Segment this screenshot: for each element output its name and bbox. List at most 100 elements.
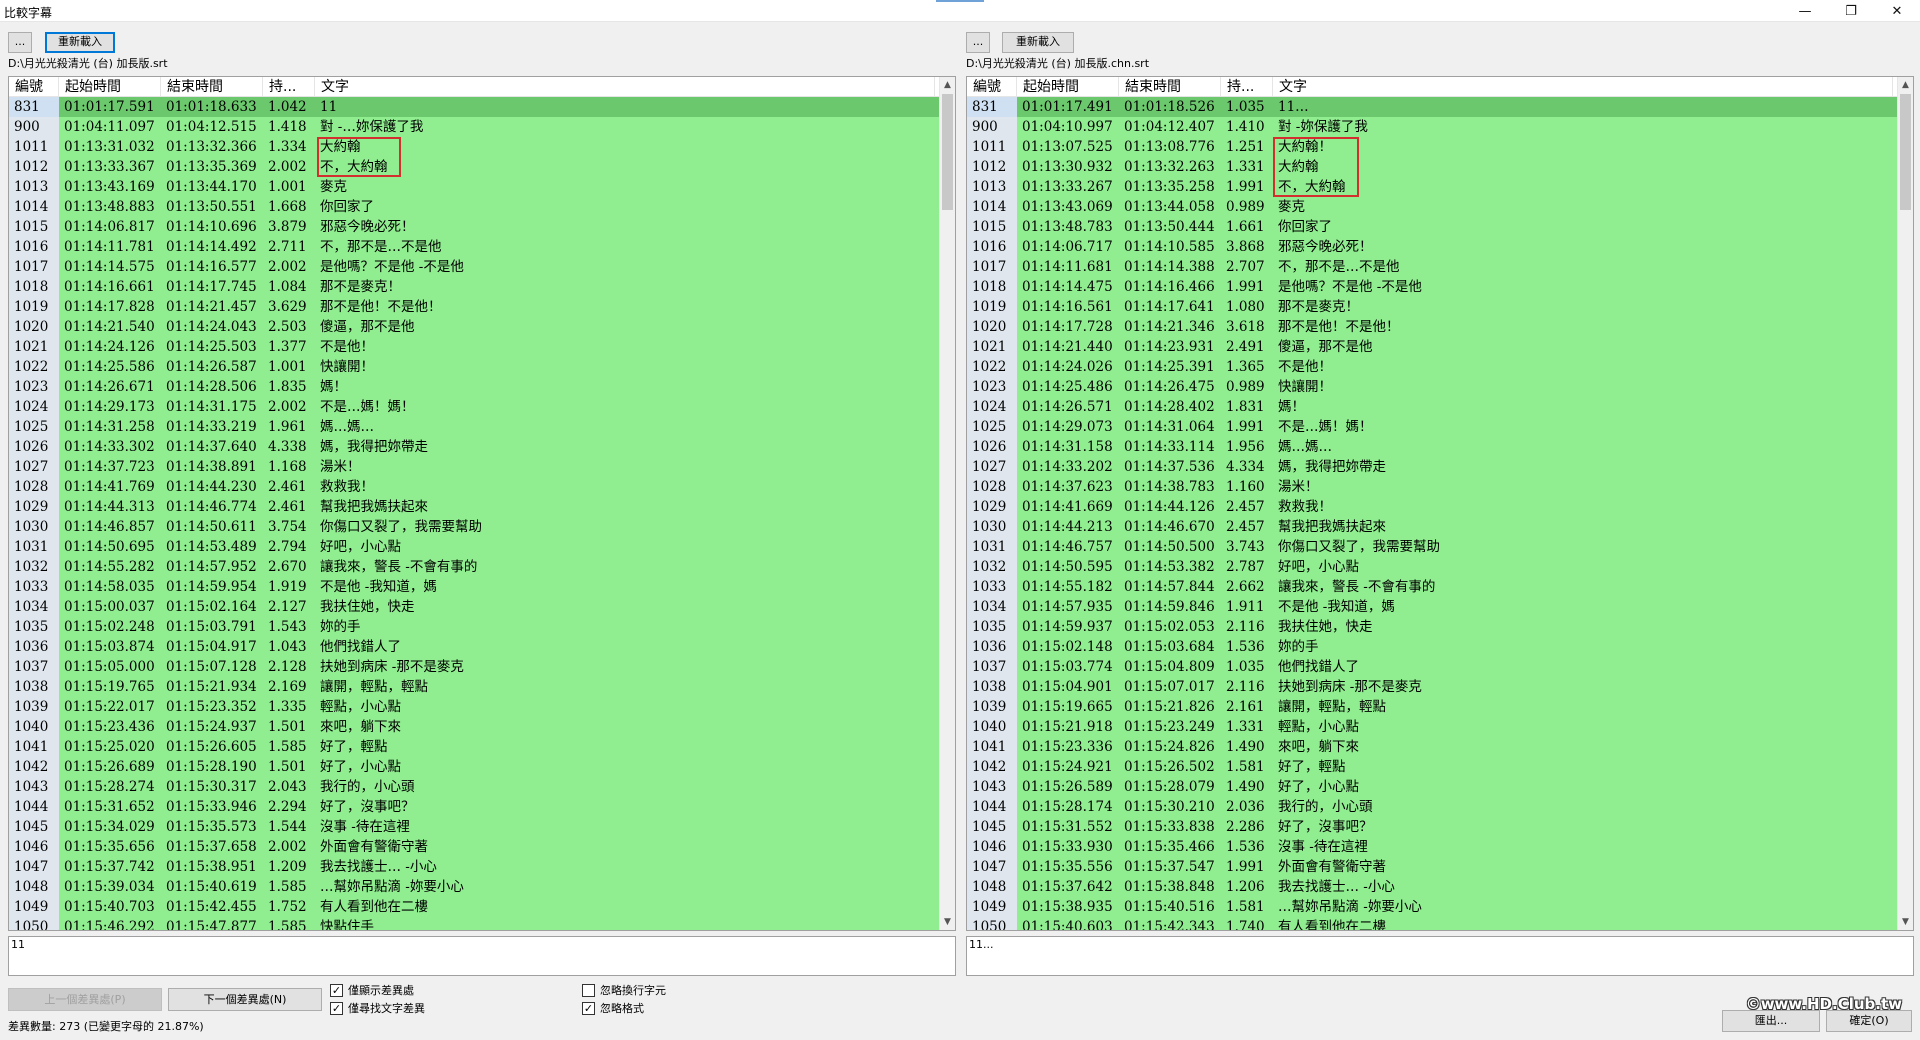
table-row[interactable]: 1041 01:15:25.020 01:15:26.605 1.585 好了，輕點 [9,737,939,757]
table-row[interactable]: 1034 01:15:00.037 01:15:02.164 2.127 我扶住她，快走 [9,597,939,617]
table-row[interactable]: 1023 01:14:26.671 01:14:28.506 1.835 媽！ [9,377,939,397]
table-row[interactable]: 900 01:04:10.997 01:04:12.407 1.410 對 -妳保護了我 [967,117,1897,137]
table-row[interactable]: 1026 01:14:31.158 01:14:33.114 1.956 媽…媽… [967,437,1897,457]
table-row[interactable]: 900 01:04:11.097 01:04:12.515 1.418 對 -…妳保護了… [9,117,939,137]
table-row[interactable]: 1049 01:15:40.703 01:15:42.455 1.752 有人看到他在二… [9,897,939,917]
table-row[interactable]: 1024 01:14:29.173 01:14:31.175 2.002 不是…媽！媽！ [9,397,939,417]
table-row[interactable]: 1045 01:15:31.552 01:15:33.838 2.286 好了，沒事吧？ [967,817,1897,837]
table-row[interactable]: 1024 01:14:26.571 01:14:28.402 1.831 媽！ [967,397,1897,417]
table-row[interactable]: 1014 01:13:48.883 01:13:50.551 1.668 你回家了 [9,197,939,217]
table-row[interactable]: 1035 01:15:02.248 01:15:03.791 1.543 妳的手 [9,617,939,637]
table-row[interactable]: 1042 01:15:26.689 01:15:28.190 1.501 好了，小心點 [9,757,939,777]
table-row[interactable]: 1012 01:13:30.932 01:13:32.263 1.331 大約翰 [967,157,1897,177]
close-button[interactable]: ✕ [1874,0,1920,22]
prev-diff-button[interactable]: 上一個差異處(P) [8,988,162,1011]
scroll-down-icon[interactable]: ▼ [1898,914,1913,930]
table-row[interactable]: 1042 01:15:24.921 01:15:26.502 1.581 好了，輕點 [967,757,1897,777]
right-scrollbar[interactable]: ▲ ▼ [1897,77,1913,930]
table-row[interactable]: 1018 01:14:16.661 01:14:17.745 1.084 那不是麥克！ [9,277,939,297]
table-row[interactable]: 1033 01:14:58.035 01:14:59.954 1.919 不是他 -我知… [9,577,939,597]
right-scroll-thumb[interactable] [1900,94,1911,210]
table-row[interactable]: 1037 01:15:03.774 01:15:04.809 1.035 他們找錯人了 [967,657,1897,677]
table-row[interactable]: 1019 01:14:17.828 01:14:21.457 3.629 那不是他！不是… [9,297,939,317]
table-row[interactable]: 1014 01:13:43.069 01:13:44.058 0.989 麥克 [967,197,1897,217]
right-reload-button[interactable]: 重新載入 [1002,32,1074,53]
table-row[interactable]: 831 01:01:17.591 01:01:18.633 1.042 11 [9,97,939,117]
ignore-linebreak-checkbox[interactable]: 忽略換行字元 [582,982,666,998]
table-row[interactable]: 1032 01:14:50.595 01:14:53.382 2.787 好吧，小心點 [967,557,1897,577]
col-header-num[interactable]: 編號 [967,77,1017,96]
ignore-format-checkbox[interactable]: ✓ 忽略格式 [582,1000,644,1016]
right-memo[interactable]: 11... [966,936,1914,976]
table-row[interactable]: 1033 01:14:55.182 01:14:57.844 2.662 讓我來，警長 … [967,577,1897,597]
table-row[interactable]: 1020 01:14:21.540 01:14:24.043 2.503 傻逼，那不是他 [9,317,939,337]
table-row[interactable]: 1016 01:14:06.717 01:14:10.585 3.868 邪惡今晚必死！ [967,237,1897,257]
ok-button[interactable]: 確定(O) [1826,1010,1912,1032]
minimize-button[interactable]: — [1782,0,1828,22]
next-diff-button[interactable]: 下一個差異處(N) [168,988,322,1011]
table-row[interactable]: 1020 01:14:17.728 01:14:21.346 3.618 那不是他！不是… [967,317,1897,337]
col-header-num[interactable]: 編號 [9,77,59,96]
table-row[interactable]: 1019 01:14:16.561 01:14:17.641 1.080 那不是麥克！ [967,297,1897,317]
table-row[interactable]: 1013 01:13:43.169 01:13:44.170 1.001 麥克 [9,177,939,197]
table-row[interactable]: 1022 01:14:24.026 01:14:25.391 1.365 不是他！ [967,357,1897,377]
table-row[interactable]: 1018 01:14:14.475 01:14:16.466 1.991 是他嗎？不是他… [967,277,1897,297]
col-header-start[interactable]: 起始時間 [1017,77,1119,96]
table-row[interactable]: 1031 01:14:50.695 01:14:53.489 2.794 好吧，小心點 [9,537,939,557]
table-row[interactable]: 1012 01:13:33.367 01:13:35.369 2.002 不，大約翰 [9,157,939,177]
table-row[interactable]: 1047 01:15:35.556 01:15:37.547 1.991 外面會有警衛守… [967,857,1897,877]
left-memo[interactable]: 11 [8,936,956,976]
table-row[interactable]: 1011 01:13:07.525 01:13:08.776 1.251 大約翰！ [967,137,1897,157]
col-header-duration[interactable]: 持... [263,77,315,96]
right-browse-button[interactable]: ... [966,32,990,53]
table-row[interactable]: 1046 01:15:33.930 01:15:35.466 1.536 沒事 -待在這… [967,837,1897,857]
table-row[interactable]: 1027 01:14:37.723 01:14:38.891 1.168 湯米！ [9,457,939,477]
col-header-text[interactable]: 文字 [315,77,935,96]
table-row[interactable]: 1035 01:14:59.937 01:15:02.053 2.116 我扶住她，快走 [967,617,1897,637]
table-row[interactable]: 1036 01:15:03.874 01:15:04.917 1.043 他們找錯人了 [9,637,939,657]
table-row[interactable]: 1031 01:14:46.757 01:14:50.500 3.743 你傷口又裂了，… [967,537,1897,557]
table-row[interactable]: 1021 01:14:21.440 01:14:23.931 2.491 傻逼，那不是他 [967,337,1897,357]
table-row[interactable]: 1044 01:15:31.652 01:15:33.946 2.294 好了，沒事吧？ [9,797,939,817]
right-subtitle-grid[interactable]: 編號 起始時間 結束時間 持... 文字 831 01:01:17.491 01:0… [966,76,1914,931]
table-row[interactable]: 1046 01:15:35.656 01:15:37.658 2.002 外面會有警衛守… [9,837,939,857]
table-row[interactable]: 1050 01:15:40.603 01:15:42.343 1.740 有人看到他在二… [967,917,1897,930]
table-row[interactable]: 1040 01:15:21.918 01:15:23.249 1.331 輕點，小心點 [967,717,1897,737]
col-header-end[interactable]: 結束時間 [1119,77,1221,96]
table-row[interactable]: 1044 01:15:28.174 01:15:30.210 2.036 我行的，小心頭 [967,797,1897,817]
table-row[interactable]: 831 01:01:17.491 01:01:18.526 1.035 11… [967,97,1897,117]
table-row[interactable]: 1021 01:14:24.126 01:14:25.503 1.377 不是他！ [9,337,939,357]
table-row[interactable]: 1023 01:14:25.486 01:14:26.475 0.989 快讓開！ [967,377,1897,397]
col-header-end[interactable]: 結束時間 [161,77,263,96]
only-diff-checkbox[interactable]: ✓ 僅顯示差異處 [330,982,414,998]
table-row[interactable]: 1015 01:14:06.817 01:14:10.696 3.879 邪惡今晚必死！ [9,217,939,237]
table-row[interactable]: 1038 01:15:19.765 01:15:21.934 2.169 讓開，輕點，輕… [9,677,939,697]
table-row[interactable]: 1037 01:15:05.000 01:15:07.128 2.128 扶她到病床 -… [9,657,939,677]
table-row[interactable]: 1043 01:15:26.589 01:15:28.079 1.490 好了，小心點 [967,777,1897,797]
table-row[interactable]: 1027 01:14:33.202 01:14:37.536 4.334 媽，我得把妳帶… [967,457,1897,477]
scroll-down-icon[interactable]: ▼ [940,914,955,930]
table-row[interactable]: 1022 01:14:25.586 01:14:26.587 1.001 快讓開！ [9,357,939,377]
table-row[interactable]: 1034 01:14:57.935 01:14:59.846 1.911 不是他 -我知… [967,597,1897,617]
col-header-start[interactable]: 起始時間 [59,77,161,96]
left-subtitle-grid[interactable]: 編號 起始時間 結束時間 持... 文字 831 01:01:17.591 01:0… [8,76,956,931]
table-row[interactable]: 1043 01:15:28.274 01:15:30.317 2.043 我行的，小心頭 [9,777,939,797]
table-row[interactable]: 1028 01:14:41.769 01:14:44.230 2.461 救救我！ [9,477,939,497]
table-row[interactable]: 1017 01:14:11.681 01:14:14.388 2.707 不，那不是…不… [967,257,1897,277]
table-row[interactable]: 1026 01:14:33.302 01:14:37.640 4.338 媽，我得把妳帶… [9,437,939,457]
table-row[interactable]: 1028 01:14:37.623 01:14:38.783 1.160 湯米！ [967,477,1897,497]
table-row[interactable]: 1045 01:15:34.029 01:15:35.573 1.544 沒事 -待在這… [9,817,939,837]
table-row[interactable]: 1025 01:14:29.073 01:14:31.064 1.991 不是…媽！媽！ [967,417,1897,437]
table-row[interactable]: 1016 01:14:11.781 01:14:14.492 2.711 不，那不是…不… [9,237,939,257]
col-header-text[interactable]: 文字 [1273,77,1893,96]
table-row[interactable]: 1049 01:15:38.935 01:15:40.516 1.581 …幫妳吊點滴 … [967,897,1897,917]
export-button[interactable]: 匯出... [1722,1010,1820,1032]
table-row[interactable]: 1036 01:15:02.148 01:15:03.684 1.536 妳的手 [967,637,1897,657]
table-row[interactable]: 1038 01:15:04.901 01:15:07.017 2.116 扶她到病床 -… [967,677,1897,697]
left-scroll-thumb[interactable] [942,94,953,210]
table-row[interactable]: 1025 01:14:31.258 01:14:33.219 1.961 媽…媽… [9,417,939,437]
table-row[interactable]: 1048 01:15:37.642 01:15:38.848 1.206 我去找護士… … [967,877,1897,897]
table-row[interactable]: 1041 01:15:23.336 01:15:24.826 1.490 來吧，躺下來 [967,737,1897,757]
table-row[interactable]: 1039 01:15:22.017 01:15:23.352 1.335 輕點，小心點 [9,697,939,717]
table-row[interactable]: 1029 01:14:44.313 01:14:46.774 2.461 幫我把我媽扶起… [9,497,939,517]
